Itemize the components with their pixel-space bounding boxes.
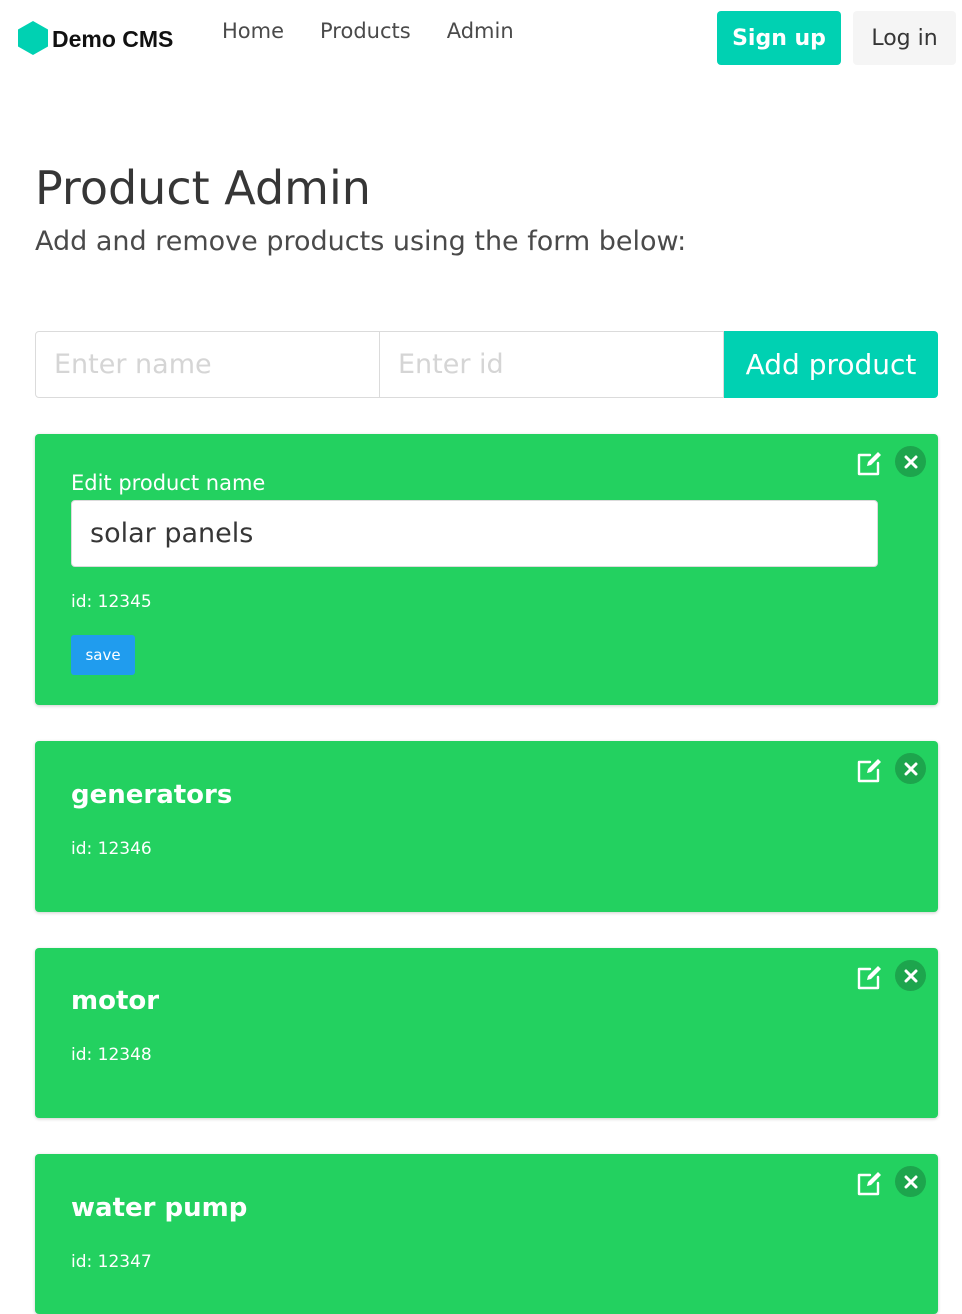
- navbar: Demo CMS Home Products Admin Sign up Log…: [0, 0, 962, 80]
- close-icon[interactable]: [895, 1166, 926, 1197]
- save-button[interactable]: save: [71, 635, 135, 675]
- close-icon[interactable]: [895, 753, 926, 784]
- name-input[interactable]: [35, 331, 380, 398]
- nav-links: Home Products Admin: [222, 16, 550, 46]
- page-title: Product Admin: [35, 161, 371, 215]
- login-button[interactable]: Log in: [853, 11, 956, 65]
- nav-link-home[interactable]: Home: [222, 16, 284, 46]
- product-card: water pump id: 12347: [35, 1154, 938, 1314]
- signup-button[interactable]: Sign up: [717, 11, 841, 65]
- close-glyph-icon: [904, 455, 917, 468]
- product-id: id: 12347: [71, 1252, 152, 1272]
- close-icon[interactable]: [895, 960, 926, 991]
- product-name: water pump: [71, 1193, 248, 1223]
- brand-name: Demo CMS: [52, 25, 174, 52]
- edit-icon[interactable]: [856, 449, 884, 477]
- close-glyph-icon: [904, 762, 917, 775]
- product-card: generators id: 12346: [35, 741, 938, 912]
- edit-icon[interactable]: [856, 1169, 884, 1197]
- hexagon-logo-icon: [18, 21, 48, 55]
- page-subtitle: Add and remove products using the form b…: [35, 226, 687, 257]
- product-id: id: 12345: [71, 592, 152, 612]
- nav-link-products[interactable]: Products: [320, 16, 411, 46]
- product-card: motor id: 12348: [35, 948, 938, 1118]
- add-product-button[interactable]: Add product: [724, 331, 938, 398]
- edit-icon[interactable]: [856, 963, 884, 991]
- product-id: id: 12348: [71, 1045, 152, 1065]
- edit-icon[interactable]: [856, 756, 884, 784]
- close-icon[interactable]: [895, 446, 926, 477]
- product-name: generators: [71, 780, 233, 810]
- product-card-editing: Edit product name id: 12345 save: [35, 434, 938, 705]
- add-product-form: Add product: [35, 331, 938, 398]
- brand[interactable]: Demo CMS: [16, 20, 173, 56]
- nav-link-admin[interactable]: Admin: [447, 16, 514, 46]
- id-input[interactable]: [380, 331, 724, 398]
- close-glyph-icon: [904, 1175, 917, 1188]
- close-glyph-icon: [904, 969, 917, 982]
- edit-product-name-input[interactable]: [71, 500, 878, 567]
- edit-product-label: Edit product name: [71, 471, 266, 495]
- product-id: id: 12346: [71, 839, 152, 859]
- product-name: motor: [71, 986, 160, 1016]
